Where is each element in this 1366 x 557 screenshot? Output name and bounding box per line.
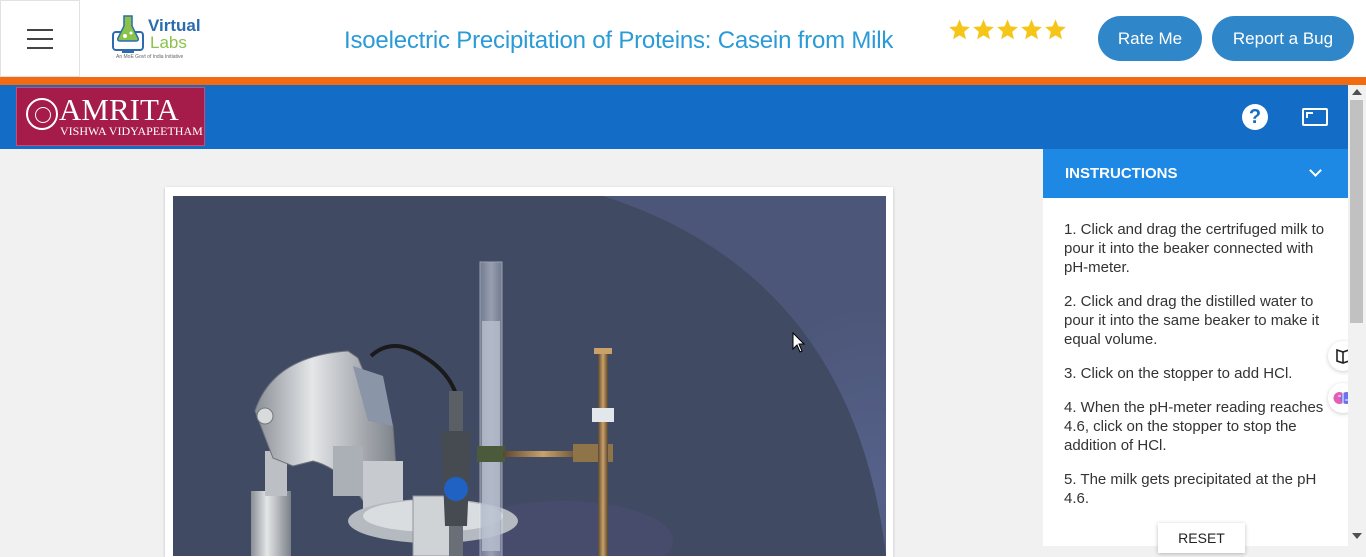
instruction-step: 3. Click on the stopper to add HCl. (1064, 365, 1293, 382)
instruction-step: 4. When the pH-meter reading reaches 4.6… (1064, 399, 1324, 454)
amrita-seal-icon (26, 98, 58, 130)
star-icon[interactable] (1044, 18, 1067, 41)
amrita-logo[interactable]: AMRITA VISHWA VIDYAPEETHAM (16, 87, 205, 146)
scroll-up-icon[interactable] (1352, 89, 1362, 95)
menu-button[interactable] (0, 0, 80, 77)
star-icon[interactable] (972, 18, 995, 41)
instructions-header[interactable]: INSTRUCTIONS (1043, 149, 1348, 198)
simulation-frame (165, 187, 893, 557)
top-navbar: Virtual Labs An MoE Govt of India Initia… (0, 0, 1366, 77)
page-scrollbar[interactable] (1348, 85, 1366, 546)
scroll-thumb[interactable] (1350, 100, 1363, 323)
reset-button[interactable]: RESET (1158, 523, 1245, 553)
star-icon[interactable] (996, 18, 1019, 41)
simulation-header: AMRITA VISHWA VIDYAPEETHAM ? (0, 85, 1348, 149)
report-bug-button[interactable]: Report a Bug (1212, 16, 1354, 61)
logo-text-labs: Labs (150, 33, 187, 52)
mouse-cursor-icon (792, 332, 806, 353)
accent-divider (0, 77, 1366, 85)
star-icon[interactable] (1020, 18, 1043, 41)
star-icon[interactable] (948, 18, 971, 41)
hamburger-icon (27, 28, 53, 49)
page-title: Isoelectric Precipitation of Proteins: C… (344, 27, 894, 54)
instructions-panel: INSTRUCTIONS 1. Click and drag the certr… (1043, 149, 1348, 553)
virtual-labs-logo[interactable]: Virtual Labs An MoE Govt of India Initia… (110, 12, 202, 64)
brand-subtitle: VISHWA VIDYAPEETHAM (60, 124, 203, 138)
lab-apparatus-illustration (173, 196, 886, 556)
logo-tagline: An MoE Govt of India Initiative (116, 54, 184, 60)
scroll-down-icon[interactable] (1352, 533, 1362, 539)
simulation-canvas[interactable] (173, 196, 886, 556)
clamp-arm (503, 451, 583, 457)
burette[interactable] (477, 261, 505, 556)
rating-stars[interactable] (948, 18, 1067, 41)
chevron-down-icon (1309, 164, 1322, 177)
help-icon[interactable]: ? (1242, 104, 1268, 130)
instruction-step: 2. Click and drag the distilled water to… (1064, 293, 1320, 348)
flask-logo-icon (112, 15, 144, 53)
fullscreen-icon[interactable] (1302, 108, 1328, 126)
instruction-step: 5. The milk gets precipitated at the pH … (1064, 471, 1317, 507)
rate-me-button[interactable]: Rate Me (1098, 16, 1202, 61)
instructions-title: INSTRUCTIONS (1065, 165, 1178, 182)
brand-name: AMRITA (59, 92, 179, 127)
instructions-list: 1. Click and drag the certrifuged milk t… (1064, 220, 1340, 523)
instruction-step: 1. Click and drag the certrifuged milk t… (1064, 221, 1325, 276)
